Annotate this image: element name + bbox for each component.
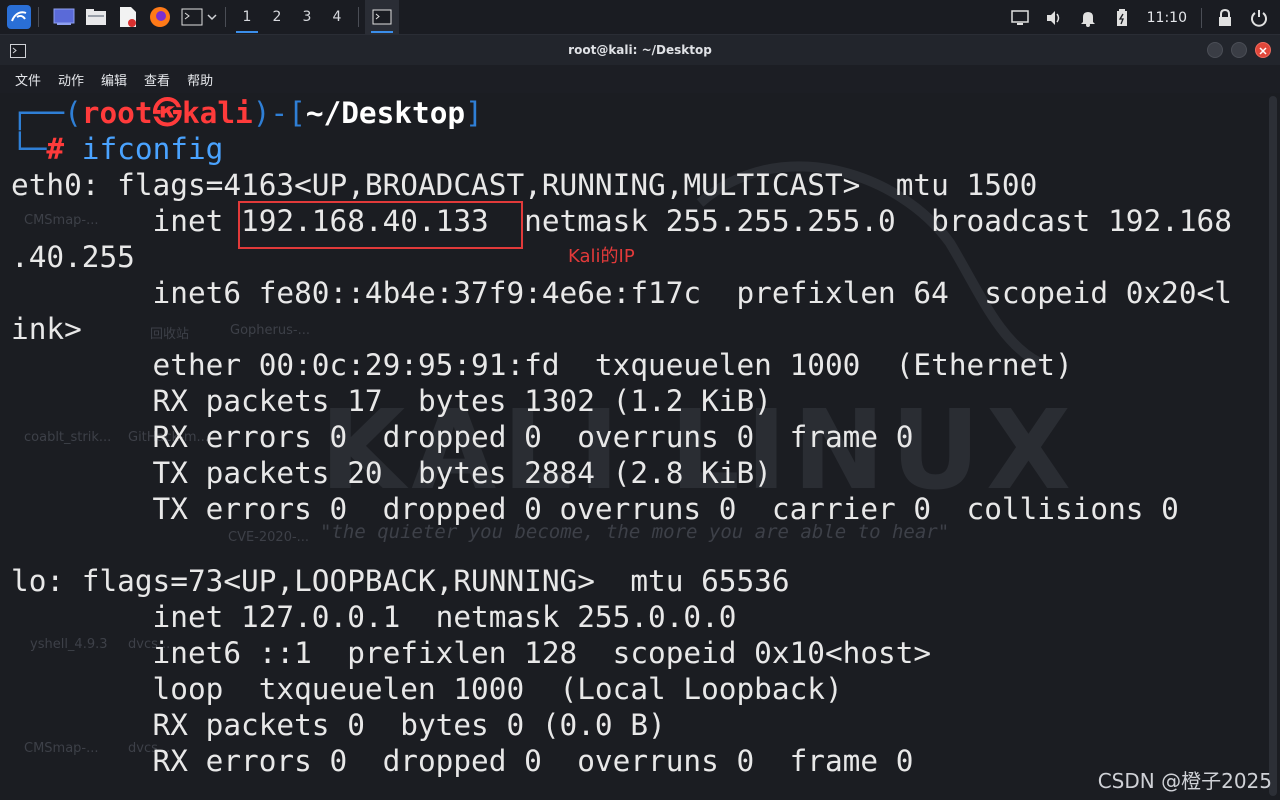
output-line: eth0: flags=4163<UP,BROADCAST,RUNNING,MU…: [11, 168, 1038, 202]
close-icon: [1259, 47, 1267, 55]
output-line: ink>: [11, 312, 82, 346]
kali-skull-icon: ㉿: [152, 96, 182, 130]
scrollbar-thumb[interactable]: [1269, 96, 1277, 796]
output-line: ether 00:0c:29:95:91:fd txqueuelen 1000 …: [11, 348, 1073, 382]
taskbar-separator: [38, 7, 39, 27]
prompt-command-line: └─# ifconfig: [11, 132, 224, 166]
clock[interactable]: 11:10: [1147, 10, 1187, 26]
text-editor-icon[interactable]: [115, 4, 141, 30]
system-tray: 11:10: [1003, 0, 1280, 35]
minimize-button[interactable]: [1207, 42, 1223, 58]
firefox-icon[interactable]: [147, 4, 173, 30]
menu-edit[interactable]: 编辑: [101, 70, 127, 89]
maximize-button[interactable]: [1231, 42, 1247, 58]
output-line: TX errors 0 dropped 0 overruns 0 carrier…: [11, 492, 1179, 526]
output-line: RX packets 17 bytes 1302 (1.2 KiB): [11, 384, 772, 418]
notification-bell-icon[interactable]: [1077, 7, 1099, 29]
taskbar: 1 2 3 4 11:10: [0, 0, 1280, 35]
menu-actions[interactable]: 动作: [58, 70, 84, 89]
csdn-watermark: CSDN @橙子2025: [1097, 769, 1272, 793]
output-line: inet6 fe80::4b4e:37f9:4e6e:f17c prefixle…: [11, 276, 1232, 310]
volume-icon[interactable]: [1043, 7, 1065, 29]
ip-highlight-box: [238, 201, 523, 249]
window-titlebar[interactable]: root@kali: ~/Desktop: [0, 35, 1280, 65]
terminal-icon[interactable]: [179, 4, 205, 30]
output-line: .40.255: [11, 240, 135, 274]
annotation-label: Kali的IP: [568, 246, 635, 267]
output-line: TX packets 20 bytes 2884 (2.8 KiB): [11, 456, 772, 490]
taskbar-separator: [358, 7, 359, 27]
output-line: RX errors 0 dropped 0 overruns 0 frame 0: [11, 420, 914, 454]
menubar: 文件 动作 编辑 查看 帮助: [0, 65, 1280, 93]
output-line: RX errors 0 dropped 0 overruns 0 frame 0: [11, 744, 914, 778]
taskbar-separator: [225, 7, 226, 27]
output-line: loop txqueuelen 1000 (Local Loopback): [11, 672, 843, 706]
desktop-icon[interactable]: [51, 4, 77, 30]
prompt-path: ~/Desktop: [305, 96, 466, 130]
prompt-host: kali: [181, 96, 253, 130]
workspace-1[interactable]: 1: [232, 0, 262, 35]
output-line: RX packets 0 bytes 0 (0.0 B): [11, 708, 666, 742]
kali-menu-icon[interactable]: [6, 4, 32, 30]
display-icon[interactable]: [1009, 7, 1031, 29]
output-line: inet 127.0.0.1 netmask 255.0.0.0: [11, 600, 737, 634]
window-title: root@kali: ~/Desktop: [568, 43, 712, 57]
menu-help[interactable]: 帮助: [187, 70, 213, 89]
battery-icon[interactable]: [1111, 7, 1133, 29]
close-button[interactable]: [1255, 42, 1271, 58]
taskbar-separator: [1201, 7, 1202, 28]
prompt-command: ifconfig: [81, 132, 224, 166]
chevron-down-icon[interactable]: [205, 4, 219, 30]
prompt-user: root: [81, 96, 153, 130]
workspace-2[interactable]: 2: [262, 0, 292, 35]
file-manager-icon[interactable]: [83, 4, 109, 30]
output-line: inet 192.168.40.133 netmask 255.255.255.…: [11, 204, 1232, 238]
workspace-4[interactable]: 4: [322, 0, 352, 35]
prompt-header: ┌──(root㉿kali)-[~/Desktop]: [11, 96, 483, 130]
menu-file[interactable]: 文件: [15, 70, 41, 89]
menu-view[interactable]: 查看: [144, 70, 170, 89]
lock-icon[interactable]: [1214, 7, 1236, 29]
output-line: inet6 ::1 prefixlen 128 scopeid 0x10<hos…: [11, 636, 932, 670]
power-icon[interactable]: [1248, 7, 1270, 29]
taskbar-terminal-window[interactable]: [365, 0, 399, 35]
workspace-3[interactable]: 3: [292, 0, 322, 35]
output-line: lo: flags=73<UP,LOOPBACK,RUNNING> mtu 65…: [11, 564, 790, 598]
